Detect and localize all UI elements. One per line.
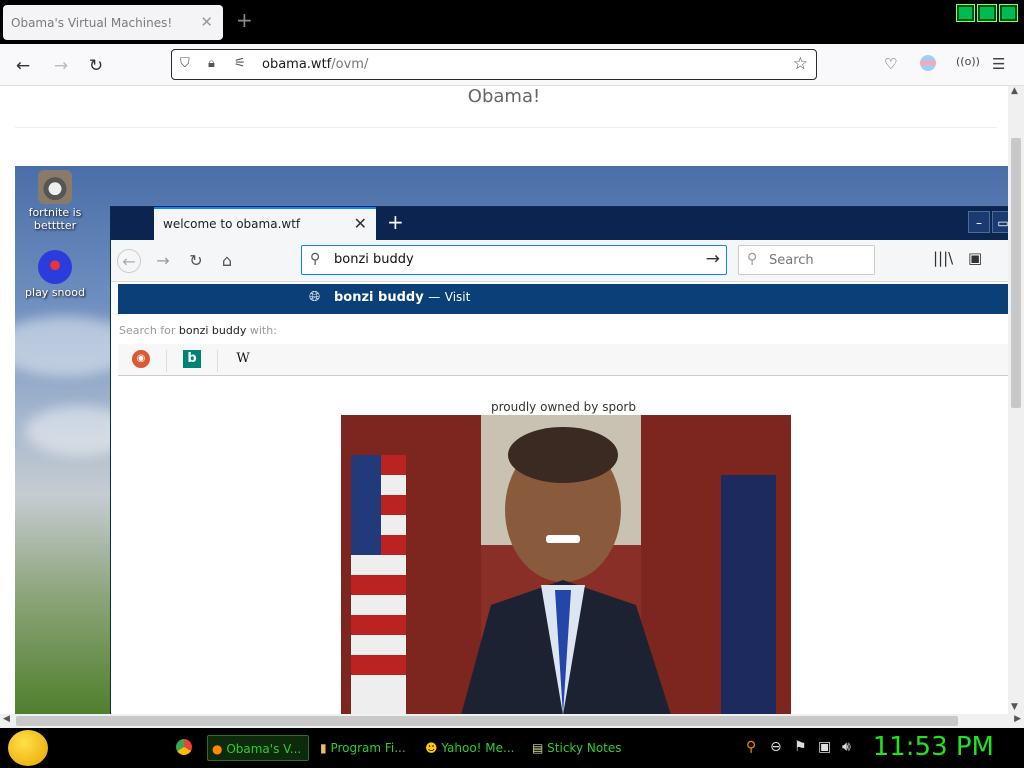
taskbar-item-label: Yahoo! Me... xyxy=(441,741,515,755)
back-icon[interactable]: ← xyxy=(117,249,141,273)
divider xyxy=(166,350,167,372)
outer-nav-bar: ← → ↻ ⛉ 🔒︎ ⚟ obama.wtf/ovm/ ☆ ♡ ((o)) ☰ xyxy=(0,44,1024,86)
taskbar-item-label: Sticky Notes xyxy=(547,741,622,755)
inner-tab[interactable]: welcome to obama.wtf ✕ xyxy=(154,207,376,240)
inner-search-box[interactable]: ⚲ Search xyxy=(738,245,875,275)
forward-icon[interactable]: → xyxy=(50,55,72,77)
library-icon[interactable]: |||\ xyxy=(933,249,953,267)
clock[interactable]: 11:53 PM xyxy=(873,732,994,762)
status-icon[interactable]: ⊖ xyxy=(770,739,782,755)
forward-icon[interactable]: → xyxy=(151,249,175,273)
taskbar-item-yahoo[interactable]: ☻ Yahoo! Me... xyxy=(421,735,521,761)
scroll-left-icon[interactable]: ◀ xyxy=(3,714,10,724)
new-tab-icon[interactable]: + xyxy=(387,210,404,234)
outer-page: Obama! fortnite is betttter play snood w… xyxy=(0,86,1024,714)
search-engine-row: ◉ b W xyxy=(118,344,1009,376)
outer-tab-title: Obama's Virtual Machines! xyxy=(11,15,173,30)
extension-icon[interactable]: ((o)) xyxy=(956,55,980,68)
close-tab-icon[interactable]: ✕ xyxy=(200,13,213,31)
close-tab-icon[interactable]: ✕ xyxy=(354,209,367,239)
device-icon[interactable]: ▣ xyxy=(818,739,831,755)
firefox-icon: ● xyxy=(212,742,223,756)
taskbar-item-label: Program Fi... xyxy=(330,741,406,755)
suggestion-text: bonzi buddy xyxy=(334,290,424,305)
flag-icon[interactable]: ⚑ xyxy=(794,739,807,755)
reload-icon[interactable]: ↻ xyxy=(184,249,208,273)
go-arrow-icon[interactable]: → xyxy=(706,249,720,269)
raccoon-icon xyxy=(38,170,72,204)
desktop-icon-label: fortnite is betttter xyxy=(28,206,82,232)
taskbar-item-label: Obama's V... xyxy=(226,742,302,756)
wikipedia-icon[interactable]: W xyxy=(234,350,252,368)
menu-icon[interactable]: ☰ xyxy=(992,55,1005,73)
horizontal-scrollbar[interactable]: ◀ ▶ xyxy=(0,714,1024,728)
pocket-icon[interactable]: ♡ xyxy=(884,55,897,73)
bing-icon[interactable]: b xyxy=(183,350,201,368)
shield-icon[interactable]: ⛉ xyxy=(180,56,190,71)
vm-screen[interactable]: fortnite is betttter play snood welcome … xyxy=(15,166,1009,714)
desktop-icon-snood[interactable]: play snood xyxy=(15,250,95,299)
volume-icon[interactable]: 🔊︎ xyxy=(842,739,851,755)
outer-tab[interactable]: Obama's Virtual Machines! ✕ xyxy=(3,5,223,40)
taskbar-item-firefox[interactable]: ● Obama's V... xyxy=(207,735,309,761)
scrollbar-thumb[interactable] xyxy=(1011,138,1021,408)
url-suggestion-row[interactable]: 🌐︎ bonzi buddy — Visit xyxy=(118,284,1009,314)
window-controls[interactable] xyxy=(956,4,1018,22)
outer-url-bar[interactable]: ⛉ 🔒︎ ⚟ obama.wtf/ovm/ ☆ xyxy=(171,49,817,80)
taskbar-item-program-files[interactable]: ▮ Program Fi... xyxy=(316,735,416,761)
minimize-icon[interactable]: – xyxy=(968,211,990,233)
desktop-icon-label: play snood xyxy=(25,286,85,299)
chrome-icon[interactable] xyxy=(176,739,192,755)
home-icon[interactable]: ⌂ xyxy=(215,249,239,273)
inner-browser-window[interactable]: welcome to obama.wtf ✕ + – ▭ ← → ↻ ⌂ ⚲ b… xyxy=(110,206,1009,714)
page-title: Obama! xyxy=(467,86,541,107)
lock-icon[interactable]: 🔒︎ xyxy=(208,56,215,71)
owned-by-text: proudly owned by sporb xyxy=(491,400,636,414)
inner-tab-strip: welcome to obama.wtf ✕ + – ▭ xyxy=(111,207,1009,240)
scroll-down-icon[interactable]: ▼ xyxy=(1011,702,1018,712)
taskbar: ● Obama's V... ▮ Program Fi... ☻ Yahoo! … xyxy=(0,728,1024,768)
extension-flag-icon[interactable] xyxy=(920,55,936,71)
back-icon[interactable]: ← xyxy=(12,55,34,77)
sidebar-icon[interactable]: ▣ xyxy=(968,249,982,267)
divider xyxy=(217,350,218,372)
maximize-icon[interactable]: ▭ xyxy=(992,211,1009,233)
outer-tab-bar: Obama's Virtual Machines! ✕ + xyxy=(0,0,1024,44)
globe-icon: 🌐︎ xyxy=(309,289,321,305)
taskbar-item-sticky-notes[interactable]: ▤ Sticky Notes xyxy=(528,735,628,761)
scroll-right-icon[interactable]: ▶ xyxy=(1014,714,1021,724)
desktop-icon-fortnite[interactable]: fortnite is betttter xyxy=(15,170,95,232)
folder-icon: ▮ xyxy=(320,741,327,755)
snood-icon xyxy=(38,250,72,284)
suggestion-dash: — xyxy=(428,290,441,304)
outer-url-text[interactable]: obama.wtf/ovm/ xyxy=(262,57,368,72)
new-tab-icon[interactable]: + xyxy=(236,10,253,30)
search-icon[interactable]: ⚲ xyxy=(746,739,756,755)
search-with-label: Search for bonzi buddy with: xyxy=(119,324,277,337)
inner-toolbar: ← → ↻ ⌂ ⚲ bonzi buddy → ⚲ Search |||\ ▣ xyxy=(111,240,1009,282)
obama-portrait-image xyxy=(341,415,791,714)
inner-url-input[interactable]: bonzi buddy xyxy=(334,252,414,267)
search-icon: ⚲ xyxy=(310,251,321,267)
bookmark-star-icon[interactable]: ☆ xyxy=(793,54,808,74)
permissions-icon[interactable]: ⚟ xyxy=(234,56,246,71)
search-placeholder: Search xyxy=(769,253,814,268)
reload-icon[interactable]: ↻ xyxy=(85,55,107,77)
search-icon: ⚲ xyxy=(747,251,758,267)
smiley-icon: ☻ xyxy=(425,741,438,755)
inner-url-bar[interactable]: ⚲ bonzi buddy → xyxy=(301,245,727,275)
scroll-up-icon[interactable]: ▲ xyxy=(1011,86,1018,96)
inner-tab-title: welcome to obama.wtf xyxy=(163,217,301,231)
duckduckgo-icon[interactable]: ◉ xyxy=(132,350,150,368)
scrollbar-thumb[interactable] xyxy=(16,716,958,726)
suggestion-label: bonzi buddy — Visit xyxy=(334,290,470,305)
start-button-smiley-icon[interactable] xyxy=(8,730,48,766)
vertical-scrollbar[interactable]: ▲ ▼ xyxy=(1008,86,1024,714)
inner-window-controls[interactable]: – ▭ xyxy=(968,211,1009,233)
sticky-notes-icon: ▤ xyxy=(532,741,544,755)
divider xyxy=(15,127,997,128)
suggestion-visit: Visit xyxy=(444,290,471,304)
